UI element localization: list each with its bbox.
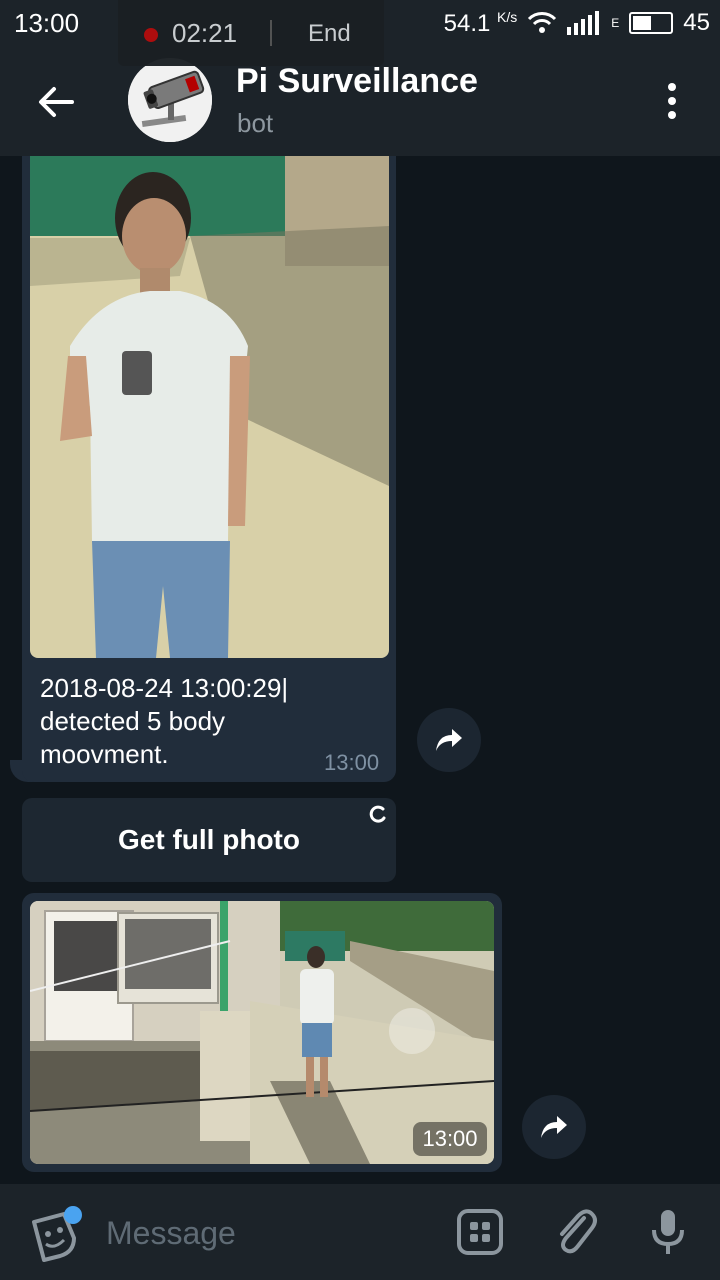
- button-label: Get full photo: [118, 824, 300, 855]
- recording-dot-icon: [144, 28, 158, 42]
- status-time: 13:00: [14, 8, 80, 38]
- dots-vertical-icon: [668, 83, 676, 91]
- sticker-button[interactable]: [28, 1206, 84, 1264]
- battery-icon: [629, 12, 674, 34]
- divider: [270, 20, 272, 46]
- back-button[interactable]: [30, 78, 82, 126]
- loading-icon: [369, 805, 386, 823]
- status-right: 54.1 K/s E 45: [444, 8, 710, 38]
- call-indicator[interactable]: 02:21 End: [118, 0, 384, 66]
- forward-button[interactable]: [417, 708, 481, 772]
- chat-subtitle: bot: [237, 108, 274, 138]
- paperclip-icon: [560, 1209, 597, 1254]
- network-type: E: [611, 16, 620, 30]
- avatar[interactable]: [128, 58, 212, 142]
- bot-commands-button[interactable]: [456, 1208, 504, 1256]
- get-full-photo-button[interactable]: Get full photo: [22, 798, 396, 882]
- share-arrow-icon: [541, 1116, 567, 1138]
- message-input[interactable]: [104, 1212, 428, 1254]
- security-camera-icon: [128, 58, 212, 142]
- wifi-icon: [528, 12, 557, 33]
- forward-button[interactable]: [522, 1095, 586, 1159]
- signal-icon: [567, 11, 600, 35]
- end-call-button[interactable]: End: [308, 20, 351, 48]
- message-caption: 2018-08-24 13:00:29| detected 5 body moo…: [40, 673, 289, 769]
- grid-icon: [457, 1209, 503, 1255]
- arrow-left-icon: [39, 87, 74, 117]
- attach-button[interactable]: [552, 1208, 600, 1256]
- net-speed-unit: K/s: [497, 8, 518, 25]
- photo-image: [30, 156, 389, 658]
- more-menu-button[interactable]: [652, 76, 692, 126]
- voice-message-button[interactable]: [644, 1208, 692, 1256]
- message-composer: [0, 1184, 720, 1280]
- message-photo[interactable]: [30, 156, 389, 658]
- message-time: 13:00: [413, 1122, 487, 1156]
- notification-dot: [64, 1206, 82, 1224]
- message-time: 13:00: [324, 750, 380, 775]
- share-arrow-icon: [436, 729, 462, 751]
- microphone-icon: [652, 1210, 684, 1254]
- chat-title: Pi Surveillance: [236, 62, 478, 100]
- battery-level: 45: [683, 9, 710, 36]
- net-speed: 54.1 K/s: [443, 8, 518, 37]
- call-timer: 02:21: [172, 18, 238, 48]
